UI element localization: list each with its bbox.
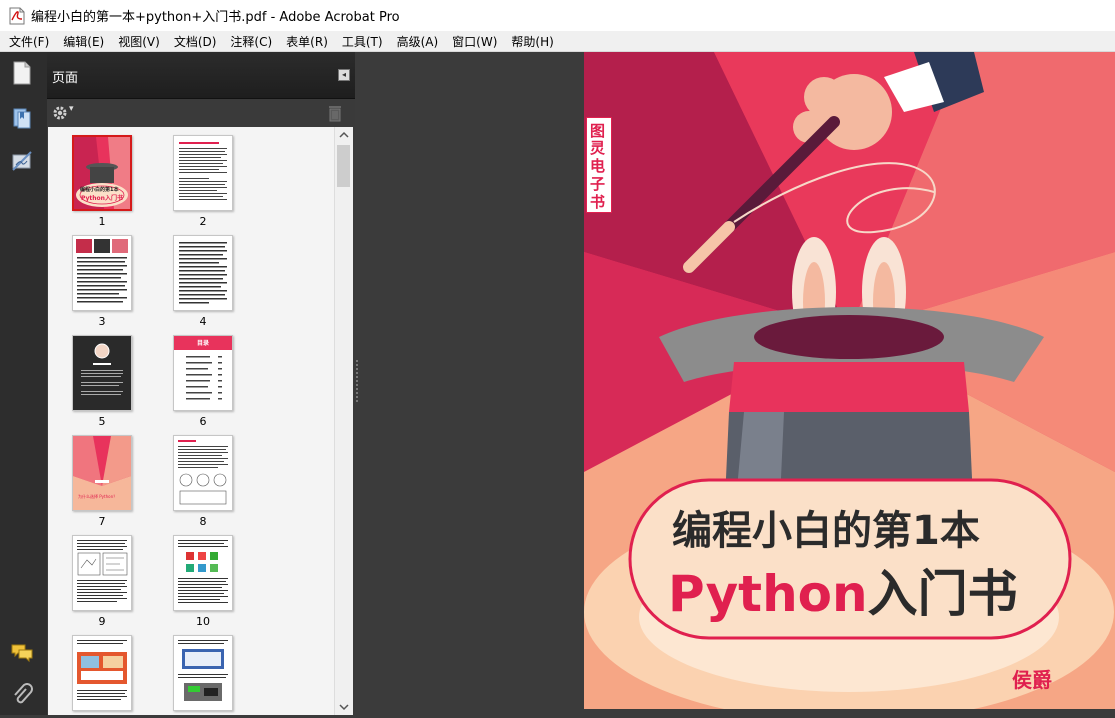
menu-view[interactable]: 视图(V) xyxy=(109,33,165,50)
menu-bar: 文件(F) 编辑(E) 视图(V) 文档(D) 注释(C) 表单(R) 工具(T… xyxy=(0,31,1115,52)
page-thumbnail-chapter: 为什么选择 Python？ xyxy=(72,435,132,511)
thumbnail-page[interactable]: 编程小白的第1本 Python入门书 1 xyxy=(72,135,132,228)
thumbnail-page[interactable]: 4 xyxy=(173,235,233,328)
pdf-file-icon xyxy=(9,7,25,25)
options-dropdown-arrow: ▾ xyxy=(69,104,74,114)
page-thumbnail-screens xyxy=(173,635,233,711)
thumbnail-list[interactable]: 编程小白的第1本 Python入门书 1 2 3 4 5 目录 6 为什么选择 … xyxy=(48,127,334,715)
page-number: 2 xyxy=(199,215,207,228)
page-thumbnail-text-figure xyxy=(72,535,132,611)
scroll-down-icon[interactable] xyxy=(339,703,349,711)
page-thumbnail-dark xyxy=(72,335,132,411)
window-title: 编程小白的第一本+python+入门书.pdf - Adobe Acrobat … xyxy=(31,10,400,25)
thumbnail-page[interactable]: 目录 6 xyxy=(173,335,233,428)
pages-icon[interactable] xyxy=(9,60,35,86)
thumbnail-scrollbar[interactable] xyxy=(334,127,353,715)
menu-document[interactable]: 文档(D) xyxy=(165,33,222,50)
thumbnail-page[interactable]: 3 xyxy=(72,235,132,328)
thumbnail-page[interactable] xyxy=(72,635,132,711)
menu-edit[interactable]: 编辑(E) xyxy=(54,33,109,50)
delete-pages-icon[interactable] xyxy=(327,103,343,126)
page-number: 1 xyxy=(98,215,106,228)
attachments-icon[interactable] xyxy=(9,682,35,708)
menu-help[interactable]: 帮助(H) xyxy=(502,33,558,50)
menu-comments[interactable]: 注释(C) xyxy=(221,33,277,50)
panel-toolbar: ▾ xyxy=(47,99,355,127)
pages-panel: 页面 ◂ ▾ 编程小白的第1本 Python入门书 1 2 3 4 5 目录 6… xyxy=(47,52,355,715)
page-number: 6 xyxy=(199,415,207,428)
title-bar: 编程小白的第一本+python+入门书.pdf - Adobe Acrobat … xyxy=(0,0,1115,31)
thumb-cover-line2: Python入门书 xyxy=(81,195,123,202)
page-number: 5 xyxy=(98,415,106,428)
page-thumbnail-toc: 目录 xyxy=(173,335,233,411)
page-thumbnail-text xyxy=(173,235,233,311)
menu-file[interactable]: 文件(F) xyxy=(0,33,54,50)
page-number: 10 xyxy=(196,615,210,628)
page-thumbnail-text-figure xyxy=(173,435,233,511)
page-number: 3 xyxy=(98,315,106,328)
page-number: 7 xyxy=(98,515,106,528)
side-label-char: 书 xyxy=(590,193,606,211)
panel-header: 页面 ◂ xyxy=(47,52,355,99)
scroll-up-icon[interactable] xyxy=(339,131,349,139)
options-gear-icon[interactable]: ▾ xyxy=(51,104,79,125)
page-thumbnail-photos xyxy=(72,635,132,711)
page-thumbnail-images-text xyxy=(72,235,132,311)
publisher-side-label: 图 灵 电 子 书 xyxy=(586,117,612,213)
cover-title-rest: 入门书 xyxy=(867,565,1018,623)
collapse-panel-button[interactable]: ◂ xyxy=(338,69,350,81)
cover-title-line1: 编程小白的第1本 xyxy=(672,508,980,554)
navigation-rail xyxy=(0,52,48,715)
page-number: 4 xyxy=(199,315,207,328)
menu-forms[interactable]: 表单(R) xyxy=(277,33,333,50)
thumbnail-page[interactable]: 8 xyxy=(173,435,233,528)
cover-title-python: Python xyxy=(668,565,868,623)
thumb-cover-line1: 编程小白的第1本 xyxy=(80,187,119,193)
thumb-toc-heading: 目录 xyxy=(197,340,210,347)
comments-icon[interactable] xyxy=(9,640,35,666)
page-number: 8 xyxy=(199,515,207,528)
menu-advanced[interactable]: 高级(A) xyxy=(388,33,444,50)
thumb-chapter-text: 为什么选择 Python？ xyxy=(78,494,118,499)
thumbnail-page[interactable]: 9 xyxy=(72,535,132,628)
page-thumbnail-text xyxy=(173,135,233,211)
cover-author: 侯爵 xyxy=(1012,668,1052,692)
pdf-page-cover: 图 灵 电 子 书 编程小白的第1本 Python入门书 侯爵 xyxy=(584,52,1115,709)
signatures-icon[interactable] xyxy=(9,148,35,174)
thumbnail-page[interactable]: 2 xyxy=(173,135,233,228)
panel-title: 页面 xyxy=(52,71,79,86)
page-thumbnail-icons xyxy=(173,535,233,611)
scroll-thumb[interactable] xyxy=(337,145,350,187)
bookmarks-icon[interactable] xyxy=(9,105,35,131)
thumbnail-page[interactable]: 5 xyxy=(72,335,132,428)
page-number: 9 xyxy=(98,615,106,628)
menu-window[interactable]: 窗口(W) xyxy=(443,33,502,50)
menu-tools[interactable]: 工具(T) xyxy=(333,33,388,50)
thumbnail-page[interactable] xyxy=(173,635,233,711)
page-thumbnail-cover: 编程小白的第1本 Python入门书 xyxy=(72,135,132,211)
cover-title-line2: Python入门书 xyxy=(668,554,1018,626)
thumbnail-page[interactable]: 10 xyxy=(173,535,233,628)
document-view[interactable]: 图 灵 电 子 书 编程小白的第1本 Python入门书 侯爵 xyxy=(359,52,1115,715)
thumbnail-page[interactable]: 为什么选择 Python？ 7 xyxy=(72,435,132,528)
